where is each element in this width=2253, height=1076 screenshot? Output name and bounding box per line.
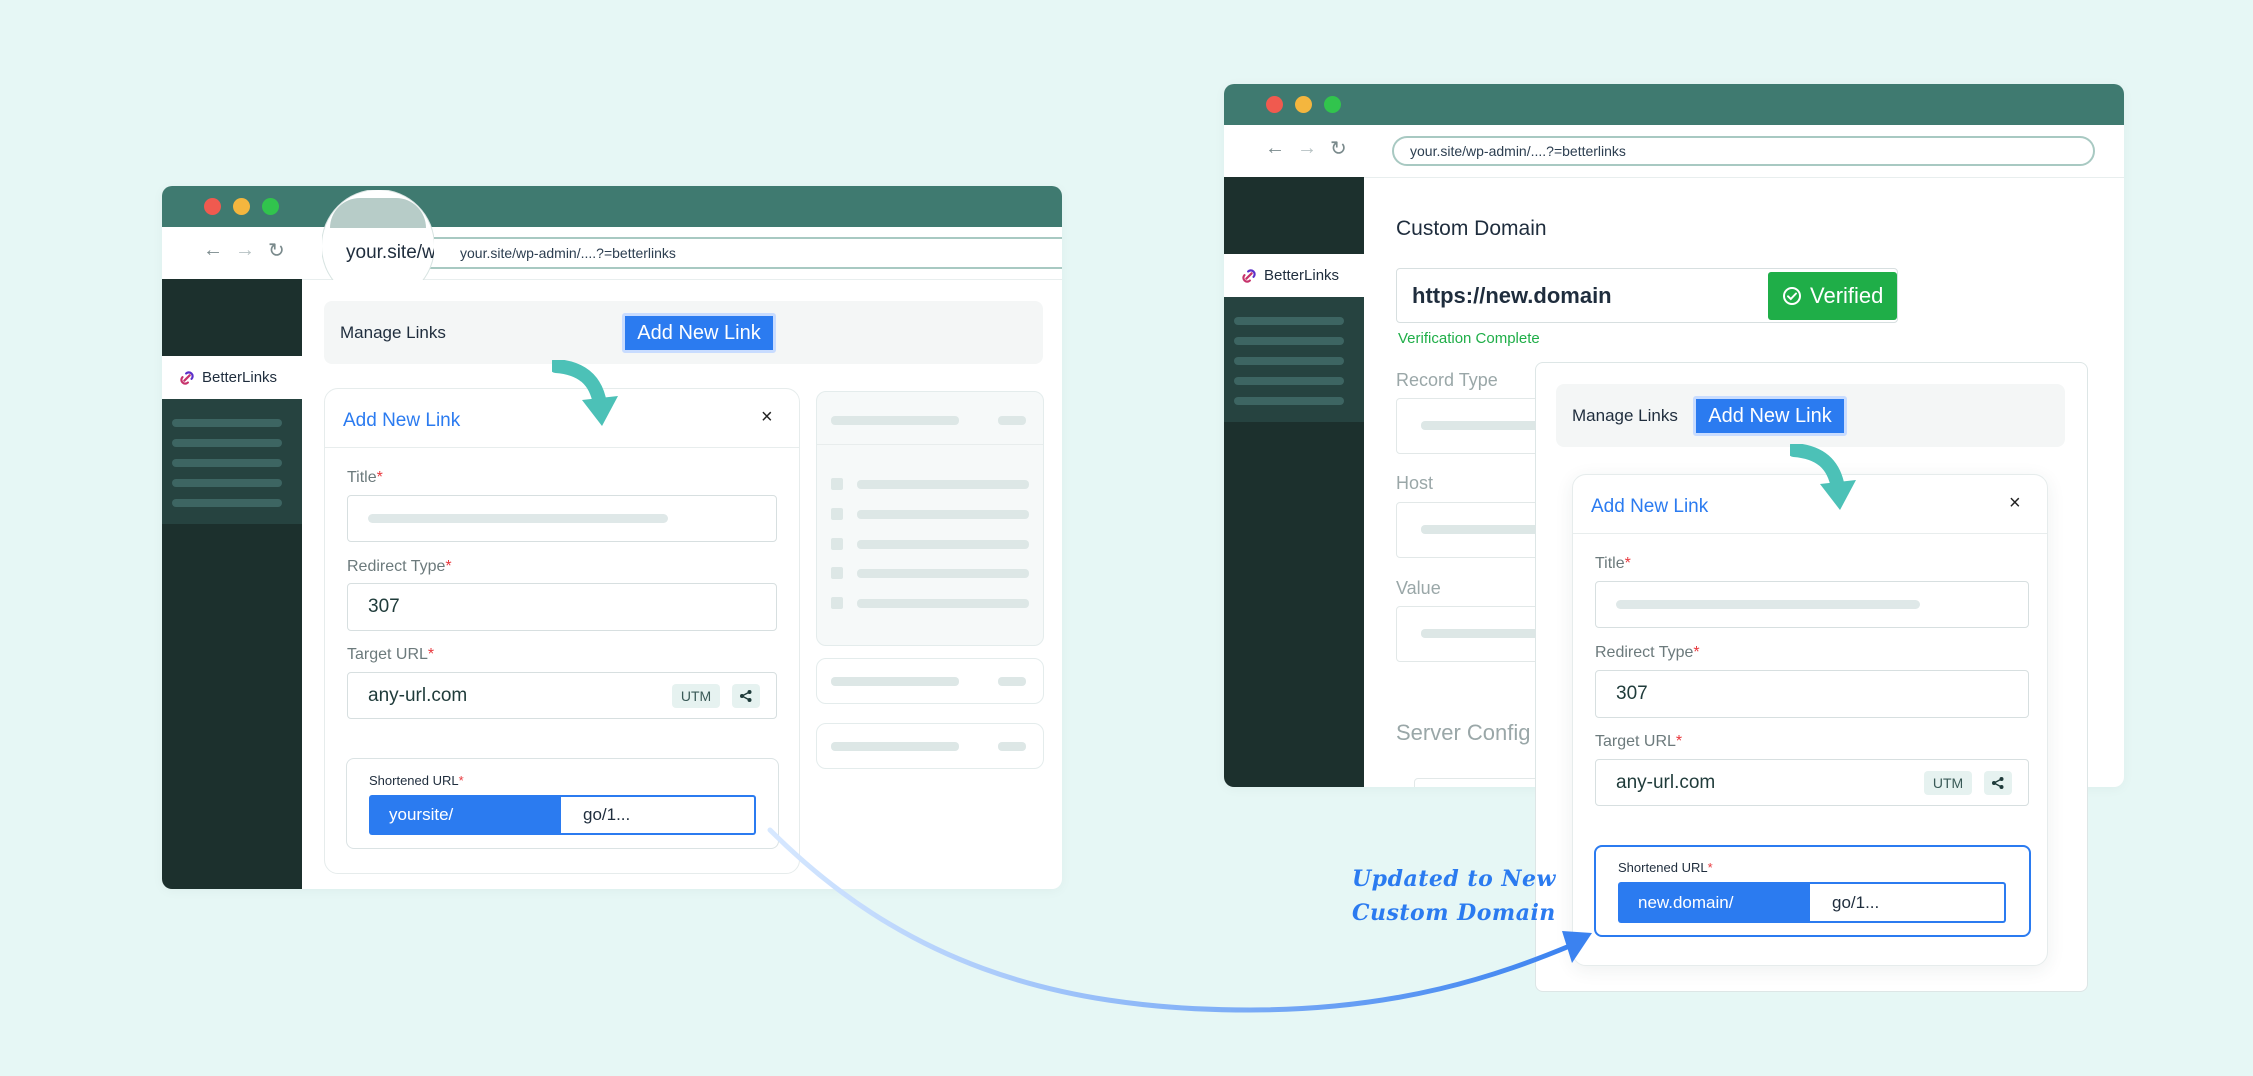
annotation-note: Updated to New Custom Domain bbox=[1352, 862, 1556, 930]
annotation-line-1: Updated to New bbox=[1352, 866, 1556, 892]
connector-arrow-icon bbox=[767, 827, 1592, 1013]
annotation-line-2: Custom Domain bbox=[1352, 900, 1556, 926]
